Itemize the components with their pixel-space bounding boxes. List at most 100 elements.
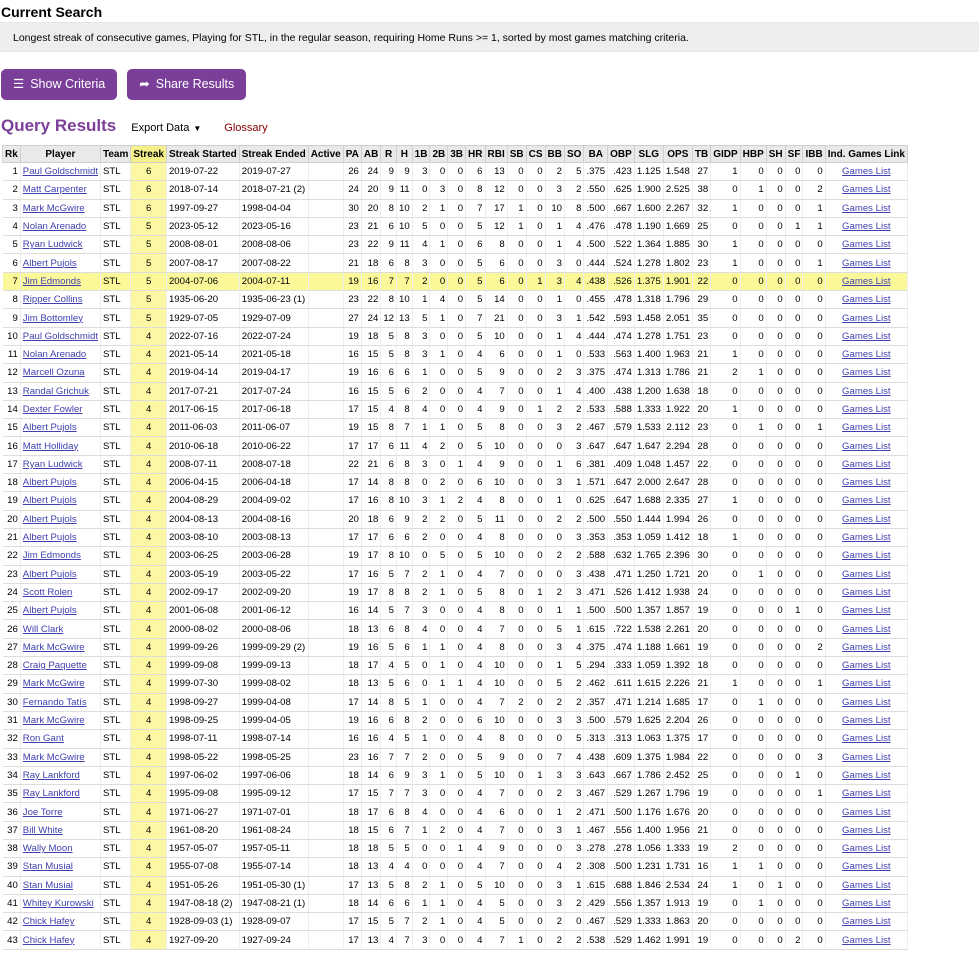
player-link[interactable]: Ron Gant <box>23 733 64 744</box>
games-list-link[interactable]: Games List <box>842 239 891 250</box>
games-link-cell[interactable]: Games List <box>825 619 908 639</box>
games-list-link[interactable]: Games List <box>842 459 891 470</box>
player-cell[interactable]: Albert Pujols <box>20 253 101 273</box>
player-link[interactable]: Mark McGwire <box>23 715 85 726</box>
player-cell[interactable]: Albert Pujols <box>20 491 101 511</box>
games-link-cell[interactable]: Games List <box>825 363 908 383</box>
player-cell[interactable]: Albert Pujols <box>20 528 101 548</box>
games-list-link[interactable]: Games List <box>842 843 891 854</box>
share-results-button[interactable]: ➦ Share Results <box>127 69 247 100</box>
games-link-cell[interactable]: Games List <box>825 180 908 200</box>
games-link-cell[interactable]: Games List <box>825 382 908 401</box>
games-list-link[interactable]: Games List <box>842 367 891 378</box>
player-link[interactable]: Albert Pujols <box>23 514 77 525</box>
games-link-cell[interactable]: Games List <box>825 876 908 895</box>
player-cell[interactable]: Wally Moon <box>20 839 101 859</box>
games-list-link[interactable]: Games List <box>842 587 891 598</box>
player-cell[interactable]: Albert Pujols <box>20 418 101 438</box>
player-cell[interactable]: Albert Pujols <box>20 510 101 529</box>
player-link[interactable]: Chick Hafey <box>23 916 75 927</box>
games-link-cell[interactable]: Games List <box>825 473 908 493</box>
games-list-link[interactable]: Games List <box>842 386 891 397</box>
games-list-link[interactable]: Games List <box>842 221 891 232</box>
games-list-link[interactable]: Games List <box>842 514 891 525</box>
column-header[interactable]: 3B <box>447 145 467 163</box>
player-link[interactable]: Albert Pujols <box>23 532 77 543</box>
games-link-cell[interactable]: Games List <box>825 766 908 786</box>
games-link-cell[interactable]: Games List <box>825 418 908 438</box>
player-link[interactable]: Jim Edmonds <box>23 550 81 561</box>
games-link-cell[interactable]: Games List <box>825 912 908 932</box>
player-cell[interactable]: Nolan Arenado <box>20 217 101 237</box>
games-link-cell[interactable]: Games List <box>825 455 908 475</box>
column-header[interactable]: RBI <box>484 145 508 163</box>
column-header[interactable]: BA <box>583 145 609 163</box>
games-list-link[interactable]: Games List <box>842 550 891 561</box>
column-header[interactable]: SO <box>563 145 585 163</box>
player-link[interactable]: Jim Edmonds <box>23 276 81 287</box>
games-link-cell[interactable]: Games List <box>825 546 908 566</box>
column-header[interactable]: CS <box>525 145 546 163</box>
games-list-link[interactable]: Games List <box>842 770 891 781</box>
games-list-link[interactable]: Games List <box>842 861 891 872</box>
player-link[interactable]: Ripper Collins <box>23 294 83 305</box>
player-cell[interactable]: Mark McGwire <box>20 199 101 218</box>
column-header[interactable]: GIDP <box>710 145 741 163</box>
player-cell[interactable]: Bill White <box>20 821 101 840</box>
games-list-link[interactable]: Games List <box>842 276 891 287</box>
player-link[interactable]: Craig Paquette <box>23 660 87 671</box>
player-link[interactable]: Paul Goldschmidt <box>23 331 98 342</box>
export-data-menu[interactable]: Export Data ▼ <box>131 122 201 134</box>
column-header[interactable]: IBB <box>802 145 826 163</box>
games-list-link[interactable]: Games List <box>842 624 891 635</box>
column-header[interactable]: OPS <box>662 145 693 163</box>
games-link-cell[interactable]: Games List <box>825 729 908 749</box>
column-header[interactable]: SB <box>506 145 527 163</box>
player-link[interactable]: Matt Holliday <box>23 441 78 452</box>
player-link[interactable]: Matt Carpenter <box>23 184 87 195</box>
column-header[interactable]: BB <box>544 145 566 163</box>
player-cell[interactable]: Ryan Ludwick <box>20 235 101 255</box>
games-list-link[interactable]: Games List <box>842 294 891 305</box>
games-list-link[interactable]: Games List <box>842 715 891 726</box>
player-link[interactable]: Scott Rolen <box>23 587 73 598</box>
player-cell[interactable]: Albert Pujols <box>20 601 101 621</box>
games-list-link[interactable]: Games List <box>842 313 891 324</box>
column-header[interactable]: HBP <box>739 145 767 163</box>
player-cell[interactable]: Matt Holliday <box>20 436 101 456</box>
games-link-cell[interactable]: Games List <box>825 748 908 767</box>
games-link-cell[interactable]: Games List <box>825 839 908 859</box>
player-cell[interactable]: Fernando Tatís <box>20 693 101 712</box>
column-header[interactable]: TB <box>691 145 712 163</box>
games-list-link[interactable]: Games List <box>842 495 891 506</box>
games-link-cell[interactable]: Games List <box>825 436 908 456</box>
player-cell[interactable]: Mark McGwire <box>20 748 101 767</box>
player-cell[interactable]: Scott Rolen <box>20 583 101 603</box>
games-list-link[interactable]: Games List <box>842 349 891 360</box>
player-cell[interactable]: Paul Goldschmidt <box>20 327 101 346</box>
player-cell[interactable]: Jim Edmonds <box>20 546 101 566</box>
games-list-link[interactable]: Games List <box>842 532 891 543</box>
column-header[interactable]: Ind. Games Link <box>824 145 908 163</box>
player-cell[interactable]: Craig Paquette <box>20 656 101 676</box>
games-list-link[interactable]: Games List <box>842 807 891 818</box>
player-cell[interactable]: Albert Pujols <box>20 473 101 493</box>
games-link-cell[interactable]: Games List <box>825 217 908 237</box>
column-header[interactable]: OBP <box>607 145 635 163</box>
games-list-link[interactable]: Games List <box>842 477 891 488</box>
player-link[interactable]: Ray Lankford <box>23 788 80 799</box>
player-cell[interactable]: Ray Lankford <box>20 784 101 804</box>
player-cell[interactable]: Ripper Collins <box>20 290 101 310</box>
column-header[interactable]: Streak <box>130 145 167 163</box>
games-list-link[interactable]: Games List <box>842 404 891 415</box>
games-list-link[interactable]: Games List <box>842 422 891 433</box>
player-link[interactable]: Whitey Kurowski <box>23 898 94 909</box>
column-header[interactable]: Streak Ended <box>238 145 309 163</box>
player-cell[interactable]: Paul Goldschmidt <box>20 162 101 182</box>
player-link[interactable]: Stan Musial <box>23 880 73 891</box>
games-list-link[interactable]: Games List <box>842 898 891 909</box>
games-list-link[interactable]: Games List <box>842 935 891 946</box>
player-cell[interactable]: Jim Edmonds <box>20 272 101 292</box>
player-cell[interactable]: Albert Pujols <box>20 565 101 584</box>
player-link[interactable]: Albert Pujols <box>23 605 77 616</box>
